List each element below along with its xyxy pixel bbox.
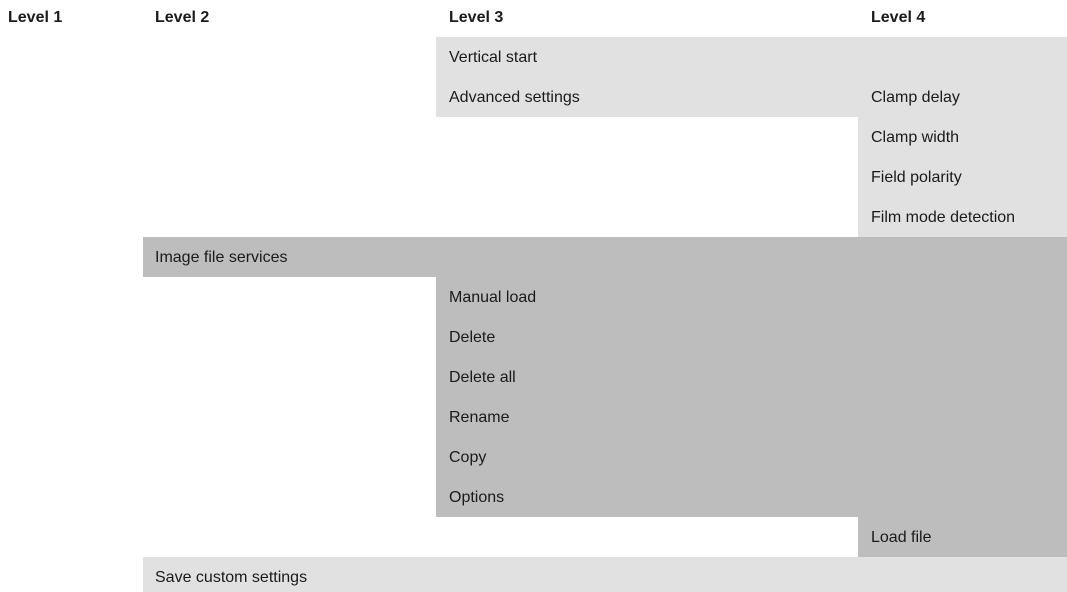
menu-item-delete[interactable]: Delete [449,326,495,350]
header-level-4: Level 4 [871,9,926,26]
menu-item-vertical-start[interactable]: Vertical start [449,46,537,70]
menu-item-delete-all[interactable]: Delete all [449,366,516,390]
menu-item-rename[interactable]: Rename [449,406,509,430]
header-level-2: Level 2 [155,9,210,26]
menu-item-advanced-settings[interactable]: Advanced settings [449,86,580,110]
menu-item-options[interactable]: Options [449,486,504,510]
menu-item-film-mode-detection[interactable]: Film mode detection [871,206,1015,230]
menu-item-load-file[interactable]: Load file [871,526,932,550]
menu-item-save-custom-settings[interactable]: Save custom settings [155,566,307,590]
header-level-3: Level 3 [449,9,504,26]
menu-item-field-polarity[interactable]: Field polarity [871,166,962,190]
menu-item-clamp-width[interactable]: Clamp width [871,126,959,150]
menu-item-clamp-delay[interactable]: Clamp delay [871,86,960,110]
menu-item-copy[interactable]: Copy [449,446,486,470]
image-file-services-sub-block [436,277,1067,517]
menu-item-image-file-services[interactable]: Image file services [155,246,288,270]
header-level-1: Level 1 [8,9,63,26]
menu-item-manual-load[interactable]: Manual load [449,286,536,310]
